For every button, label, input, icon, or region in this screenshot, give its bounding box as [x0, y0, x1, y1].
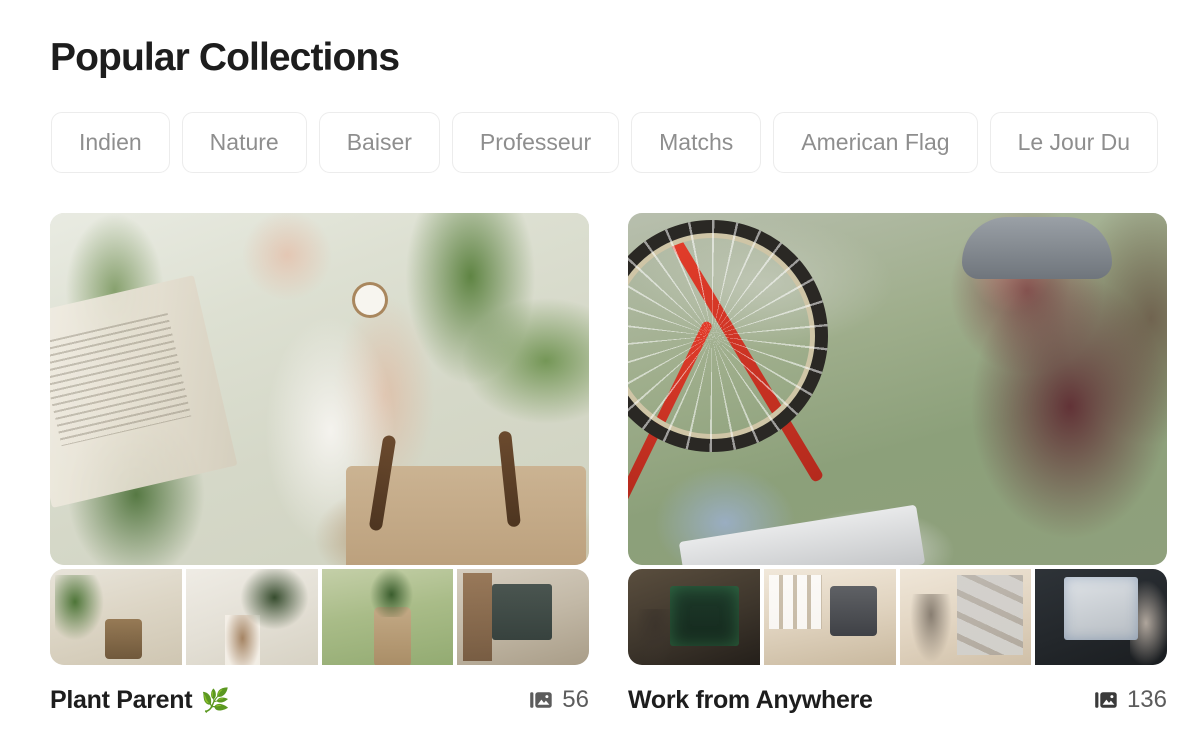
collection-thumbnail-strip [628, 569, 1167, 665]
thumb-photo-laptop-on-lap [1035, 569, 1167, 665]
thumbnail[interactable] [457, 569, 589, 665]
collection-card-plant-parent[interactable]: Plant Parent 🌿 56 [50, 213, 589, 716]
collection-photo-count: 136 [1094, 686, 1167, 714]
collection-title-text: Plant Parent [50, 685, 193, 714]
page-title: Popular Collections [50, 36, 400, 79]
photos-stack-icon [530, 692, 552, 708]
collection-title-text: Work from Anywhere [628, 685, 873, 714]
chip-label: Matchs [659, 129, 734, 155]
chip-baiser[interactable]: Baiser [318, 112, 440, 173]
laptop-shape [678, 504, 926, 565]
photos-stack-icon [1095, 692, 1117, 708]
collection-thumbnail-strip [50, 569, 589, 665]
chip-label: Nature [209, 129, 279, 155]
chip-american-flag[interactable]: American Flag [773, 112, 978, 173]
collection-title: Plant Parent 🌿 [50, 686, 230, 715]
collection-photo-count: 56 [529, 686, 589, 714]
thumb-photo-home-desk-window [763, 569, 896, 665]
thumbnail[interactable] [50, 569, 182, 665]
chip-label: American Flag [801, 129, 950, 155]
book-shape [50, 275, 238, 508]
chip-professeur[interactable]: Professeur [451, 112, 620, 173]
collection-card-grid: Plant Parent 🌿 56 Work from Anywhere 136 [50, 213, 1167, 716]
photo-count-value: 56 [562, 686, 589, 713]
hero-photo-man-laptop-bicycle [628, 213, 1167, 565]
flat-cap-shape [962, 216, 1113, 279]
thumbnail[interactable] [185, 569, 318, 665]
hero-photo-woman-reading-plants [50, 213, 589, 565]
chip-le-jour-du[interactable]: Le Jour Du [989, 112, 1159, 173]
thumbnail[interactable] [763, 569, 896, 665]
chip-label: Professeur [479, 129, 592, 155]
thumb-photo-holding-potted-plant [321, 569, 454, 665]
chip-label: Indien [79, 129, 142, 155]
herb-leaf-emoji-icon: 🌿 [201, 686, 230, 713]
chip-label: Le Jour Du [1017, 129, 1131, 155]
thumb-photo-potting-bench [457, 569, 589, 665]
collection-card-work-from-anywhere[interactable]: Work from Anywhere 136 [628, 213, 1167, 716]
chip-matchs[interactable]: Matchs [631, 112, 762, 173]
wristwatch-shape [354, 285, 385, 316]
collection-meta-row: Work from Anywhere 136 [628, 684, 1167, 716]
category-chip-row[interactable]: Indien Nature Baiser Professeur Matchs A… [51, 112, 1200, 173]
thumb-photo-hanging-plant [50, 569, 182, 665]
chip-indien[interactable]: Indien [51, 112, 170, 173]
bicycle-spokes [628, 220, 828, 453]
photo-count-value: 136 [1126, 686, 1167, 713]
collection-hero-image[interactable] [628, 213, 1167, 565]
popular-collections-page: Popular Collections Indien Nature Baiser… [0, 0, 1200, 755]
collection-hero-image[interactable] [50, 213, 589, 565]
chip-nature[interactable]: Nature [181, 112, 307, 173]
collection-title: Work from Anywhere [628, 686, 873, 715]
thumbnail[interactable] [1035, 569, 1167, 665]
chip-label: Baiser [346, 129, 412, 155]
collection-meta-row: Plant Parent 🌿 56 [50, 684, 589, 716]
thumbnail[interactable] [628, 569, 760, 665]
thumb-photo-coder-at-monitor [628, 569, 760, 665]
thumbnail[interactable] [321, 569, 454, 665]
thumbnail[interactable] [899, 569, 1032, 665]
thumb-photo-desk-from-above [899, 569, 1032, 665]
thumb-photo-woman-with-monstera [185, 569, 318, 665]
